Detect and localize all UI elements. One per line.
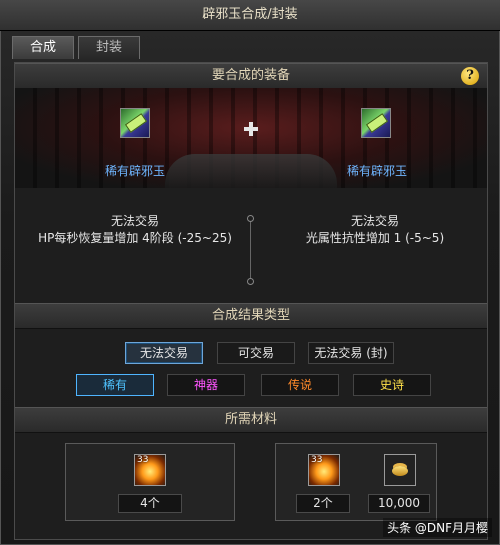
composition-window: 辟邪玉合成/封装 合成 封装 要合成的装备 ? 稀有辟邪玉 稀有辟邪玉 无法交易 xyxy=(0,0,500,545)
watermark-text: 头条 @DNF月月樱 xyxy=(383,518,492,537)
equipment-right-stat: 光属性抗性增加 1 (-5~5) xyxy=(305,231,445,245)
material-stack-count: 33 xyxy=(311,455,323,465)
material-box-right: 33 2个 10,000 xyxy=(275,443,437,521)
equipment-left-stat: HP每秒恢复量增加 4阶段 (-25~25) xyxy=(38,231,232,245)
equipment-slot-right-icon[interactable] xyxy=(361,108,391,138)
altar-decoration xyxy=(165,154,337,188)
jade-icon xyxy=(124,113,148,133)
rarity-epic-button[interactable]: 史诗 xyxy=(353,374,431,396)
equipment-slot-left-icon[interactable] xyxy=(120,108,150,138)
equipment-section-header: 要合成的装备 ? xyxy=(15,63,487,89)
equipment-scene: 稀有辟邪玉 稀有辟邪玉 xyxy=(15,88,487,188)
fire-material-icon[interactable]: 33 xyxy=(134,454,166,486)
option-tradable[interactable]: 可交易 xyxy=(217,342,295,364)
option-untradable[interactable]: 无法交易 xyxy=(125,342,203,364)
material-box-left: 33 4个 xyxy=(65,443,235,521)
window-title: 辟邪玉合成/封装 xyxy=(0,0,500,31)
plus-icon xyxy=(244,122,258,136)
rarity-artifact-button[interactable]: 神器 xyxy=(167,374,245,396)
help-icon[interactable]: ? xyxy=(461,67,479,85)
material-stack-count: 33 xyxy=(137,455,149,465)
equipment-right-trade: 无法交易 xyxy=(350,214,399,228)
option-untradable-sealed[interactable]: 无法交易 (封) xyxy=(308,342,394,364)
stats-divider xyxy=(247,215,254,285)
equipment-left-stats: 无法交易 HP每秒恢复量增加 4阶段 (-25~25) xyxy=(25,213,245,247)
equipment-slot-right-name: 稀有辟邪玉 xyxy=(346,164,407,178)
main-panel: 要合成的装备 ? 稀有辟邪玉 稀有辟邪玉 无法交易 HP每秒恢复量增加 4阶段 … xyxy=(14,62,488,540)
equipment-right-stats: 无法交易 光属性抗性增加 1 (-5~5) xyxy=(265,213,485,247)
material-quantity-left: 4个 xyxy=(118,494,182,513)
tab-compose[interactable]: 合成 xyxy=(12,36,74,59)
materials-section-header: 所需材料 xyxy=(15,407,487,433)
equipment-slot-left-name: 稀有辟邪玉 xyxy=(104,164,165,178)
equipment-left-trade: 无法交易 xyxy=(110,214,159,228)
rarity-rare-button[interactable]: 稀有 xyxy=(76,374,154,396)
gold-cost: 10,000 xyxy=(368,494,430,513)
equipment-section-title: 要合成的装备 xyxy=(211,68,290,83)
fire-material-icon[interactable]: 33 xyxy=(308,454,340,486)
result-type-section-header: 合成结果类型 xyxy=(15,303,487,329)
rarity-legendary-button[interactable]: 传说 xyxy=(261,374,339,396)
tab-seal[interactable]: 封装 xyxy=(78,36,140,59)
material-quantity-right: 2个 xyxy=(296,494,350,513)
jade-icon xyxy=(365,113,389,133)
gold-coin-icon xyxy=(384,454,416,486)
